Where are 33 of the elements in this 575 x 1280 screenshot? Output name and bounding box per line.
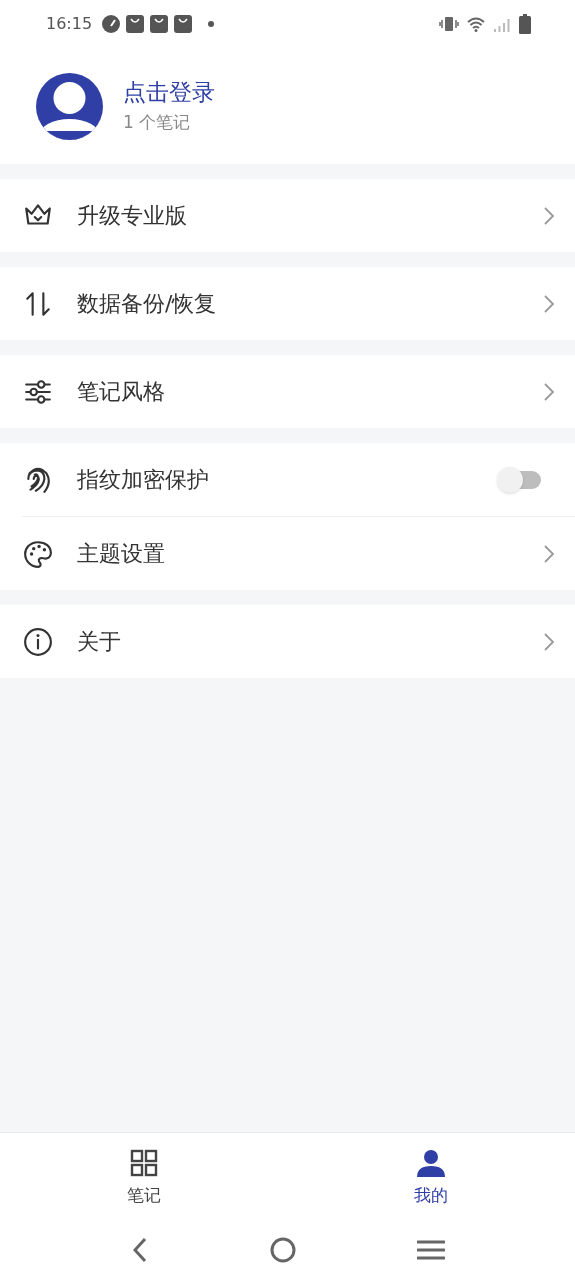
nav-tab[interactable]: 我的 (287, 1133, 575, 1220)
grid-icon (129, 1149, 158, 1177)
menu-label: 数据备份/恢复 (77, 290, 217, 318)
avatar-icon[interactable] (36, 72, 103, 140)
battery-icon (519, 14, 531, 34)
vibrate-icon (439, 16, 459, 32)
note-count: 1 个笔记 (123, 114, 192, 131)
chevron-right-icon (543, 381, 555, 402)
dot-icon (208, 21, 215, 27)
menu-label: 关于 (77, 628, 121, 656)
chevron-right-icon (543, 293, 555, 314)
chevron-right-icon (543, 543, 555, 564)
bag-icon (126, 15, 145, 33)
menu-label: 笔记风格 (77, 378, 165, 406)
login-link[interactable]: 点击登录 (123, 81, 215, 104)
menu-label: 主题设置 (77, 540, 165, 568)
speedometer-icon (102, 15, 121, 33)
info-icon (23, 626, 53, 657)
wifi-icon (467, 16, 485, 32)
toggle-switch[interactable] (497, 466, 543, 493)
status-time: 16:15 (46, 13, 93, 35)
bag-icon (174, 15, 193, 33)
home-icon[interactable] (270, 1237, 297, 1263)
chevron-right-icon (543, 205, 555, 226)
bag-icon (150, 15, 169, 33)
person-icon (416, 1149, 447, 1177)
menu-icon[interactable] (416, 1239, 445, 1261)
nav-tab[interactable]: 笔记 (0, 1133, 288, 1220)
chevron-right-icon (543, 631, 555, 652)
signal-icon (493, 16, 511, 32)
menu-label: 升级专业版 (77, 202, 187, 230)
palette-icon (23, 538, 53, 569)
menu-label: 指纹加密保护 (77, 466, 209, 494)
